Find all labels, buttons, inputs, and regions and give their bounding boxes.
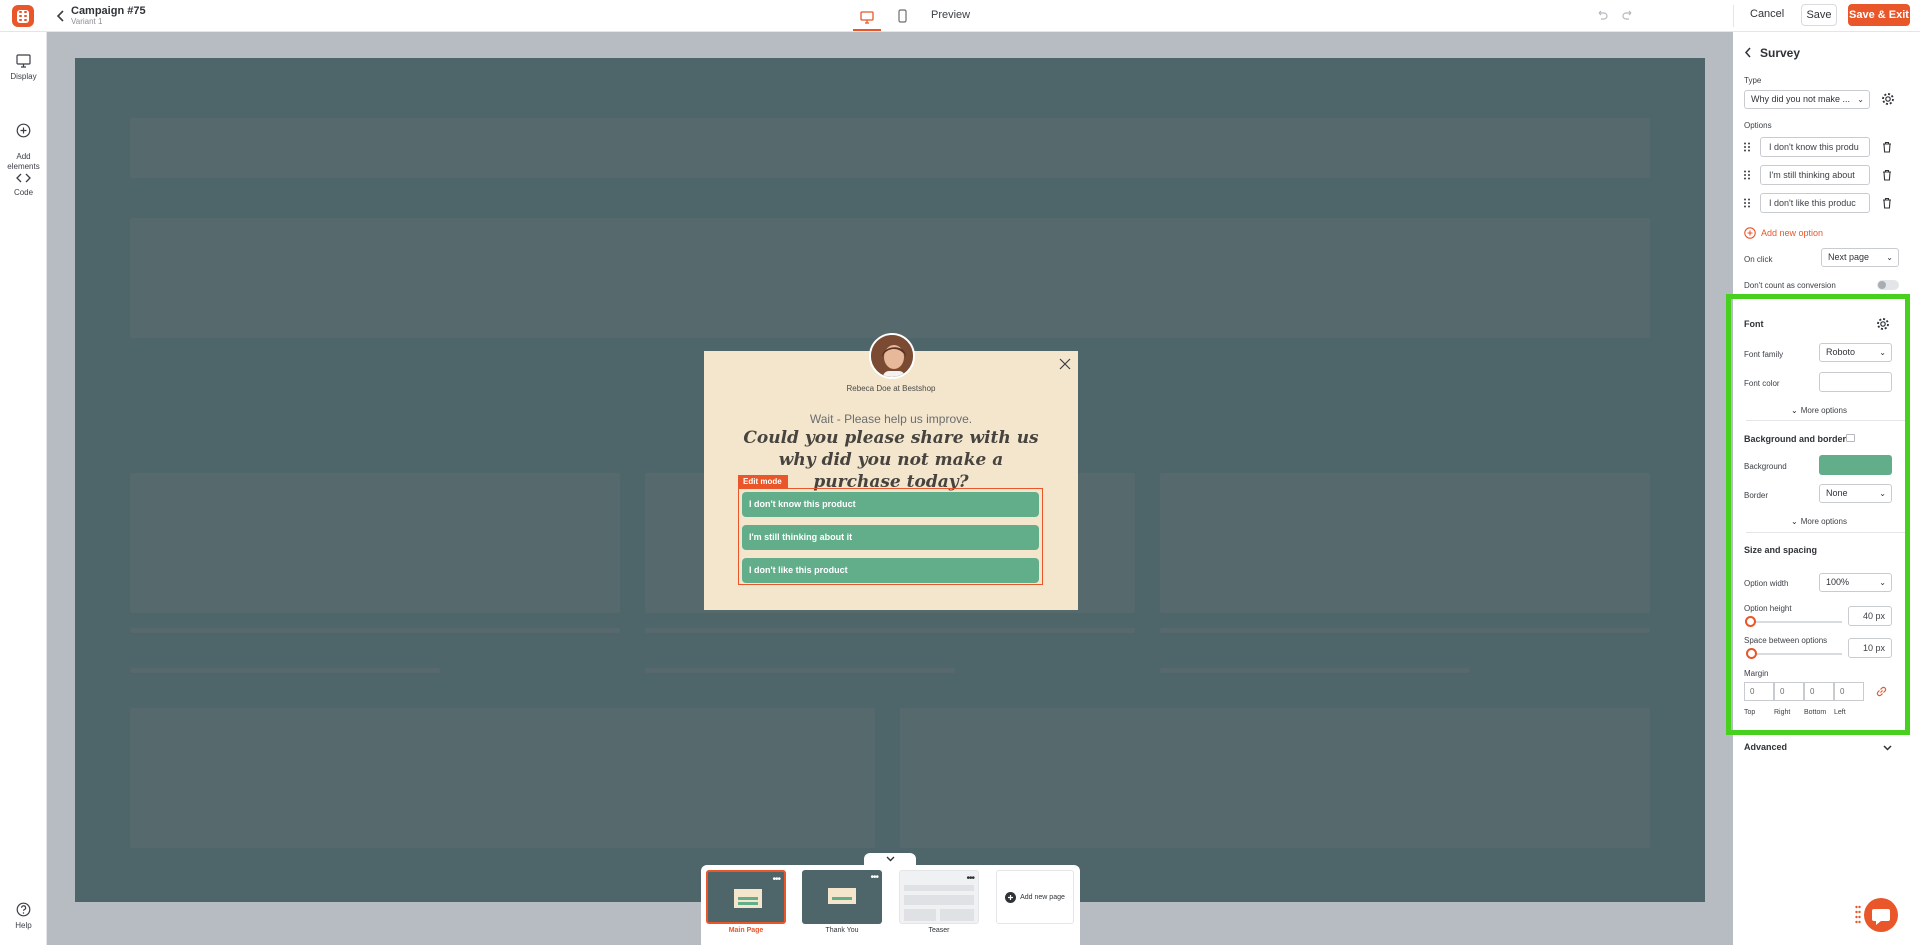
- no-conversion-toggle[interactable]: [1877, 280, 1899, 290]
- chevron-down-icon[interactable]: [1883, 742, 1892, 754]
- type-select[interactable]: Why did you not make ... ⌄: [1744, 90, 1870, 109]
- survey-options-selection[interactable]: I don't know this product I'm still thin…: [738, 488, 1043, 585]
- drag-handle-icon[interactable]: [1743, 142, 1751, 152]
- ghost-line: [645, 668, 955, 673]
- mobile-icon: [897, 9, 907, 23]
- rail-item-display[interactable]: Display: [0, 54, 47, 82]
- rail-item-label: Add elements: [7, 152, 40, 171]
- drag-handle-icon[interactable]: [1743, 170, 1751, 180]
- save-button[interactable]: Save: [1801, 4, 1837, 26]
- plus-circle-icon: [1744, 227, 1756, 239]
- plus-circle-icon: [16, 123, 31, 138]
- desktop-view-button[interactable]: [853, 5, 881, 31]
- app-logo[interactable]: [12, 5, 34, 27]
- on-click-label: On click: [1744, 255, 1773, 264]
- ghost-line: [1160, 668, 1470, 673]
- monitor-icon: [16, 54, 31, 68]
- ghost-block: [130, 118, 1650, 178]
- avatar: [869, 333, 915, 379]
- rail-item-add-elements[interactable]: Add elements: [0, 113, 47, 172]
- ghost-line: [130, 628, 620, 633]
- option-input[interactable]: I don't know this produ: [1760, 137, 1870, 157]
- help-icon: [16, 902, 31, 917]
- page-strip: ••• Main Page ••• Thank You ••• Teaser A…: [701, 865, 1080, 945]
- add-option-button[interactable]: Add new option: [1744, 227, 1823, 239]
- advanced-section-title[interactable]: Advanced: [1744, 742, 1787, 752]
- trash-icon[interactable]: [1882, 197, 1892, 209]
- add-page-label: Add new page: [1020, 893, 1065, 901]
- trash-icon[interactable]: [1882, 169, 1892, 181]
- rail-item-help[interactable]: Help: [0, 902, 47, 931]
- page-label: Teaser: [928, 927, 950, 934]
- rail-item-label: Help: [15, 921, 32, 930]
- plus-circle-icon: [1005, 891, 1017, 903]
- ghost-line: [130, 668, 440, 673]
- page-label: Thank You: [825, 927, 859, 934]
- chevron-down-icon: ⌄: [1886, 253, 1893, 262]
- add-page-button[interactable]: Add new page: [996, 870, 1074, 924]
- edit-mode-badge: Edit mode: [738, 475, 788, 488]
- more-icon[interactable]: •••: [870, 872, 878, 883]
- option-input[interactable]: I don't like this produc: [1760, 193, 1870, 213]
- no-conversion-label: Don't count as conversion: [1744, 281, 1836, 290]
- variant-label: Variant 1: [71, 17, 103, 26]
- close-icon[interactable]: [1058, 357, 1072, 371]
- survey-option[interactable]: I don't like this product: [742, 558, 1039, 583]
- panel-back-icon[interactable]: [1744, 47, 1752, 61]
- desktop-icon: [860, 10, 874, 24]
- survey-popup[interactable]: Rebeca Doe at Bestshop Wait - Please hel…: [704, 333, 1078, 610]
- options-label: Options: [1744, 121, 1772, 130]
- ghost-block: [130, 473, 620, 613]
- trash-icon[interactable]: [1882, 141, 1892, 153]
- survey-option[interactable]: I don't know this product: [742, 492, 1039, 517]
- more-icon[interactable]: •••: [966, 873, 974, 884]
- top-bar: Campaign #75 Variant 1 Preview Cancel Sa…: [0, 0, 1920, 32]
- page-thumb-teaser[interactable]: •••: [899, 870, 979, 924]
- highlight-frame: [1726, 294, 1910, 735]
- page-thumb-main[interactable]: •••: [706, 870, 786, 924]
- panel-title: Survey: [1760, 46, 1801, 60]
- save-exit-button[interactable]: Save & Exit: [1848, 4, 1910, 26]
- cancel-button[interactable]: Cancel: [1750, 8, 1784, 20]
- drag-handle-icon[interactable]: [1743, 198, 1751, 208]
- ghost-line: [1160, 628, 1650, 633]
- preview-button[interactable]: Preview: [931, 9, 970, 21]
- ghost-block: [130, 708, 875, 848]
- page-label: Main Page: [728, 927, 764, 934]
- chat-launcher-button[interactable]: [1864, 898, 1898, 932]
- add-option-label: Add new option: [1761, 228, 1824, 238]
- on-click-select[interactable]: Next page ⌄: [1821, 248, 1899, 267]
- rail-item-code[interactable]: Code: [0, 172, 47, 198]
- ghost-block: [1160, 473, 1650, 613]
- more-icon[interactable]: •••: [772, 874, 780, 885]
- type-value: Why did you not make ...: [1751, 94, 1851, 104]
- ghost-block: [130, 218, 1650, 338]
- code-icon: [16, 173, 31, 183]
- rail-item-label: Code: [13, 188, 34, 197]
- on-click-value: Next page: [1828, 252, 1870, 262]
- mobile-view-button[interactable]: [892, 5, 912, 27]
- chat-icon: [1872, 909, 1890, 925]
- back-arrow-icon[interactable]: [54, 8, 68, 24]
- left-rail: Display Add elements Code Help: [0, 32, 47, 945]
- popup-subtitle: Wait - Please help us improve.: [809, 412, 973, 426]
- collapse-pages-button[interactable]: [864, 853, 916, 865]
- page-thumb-thank-you[interactable]: •••: [802, 870, 882, 924]
- divider: [1733, 5, 1734, 27]
- chevron-down-icon: ⌄: [1857, 95, 1864, 104]
- grip-icon: [1855, 905, 1861, 928]
- sender-name: Rebeca Doe at Bestshop: [846, 384, 936, 393]
- ghost-block: [900, 708, 1650, 848]
- survey-option[interactable]: I'm still thinking about it: [742, 525, 1039, 550]
- campaign-title: Campaign #75: [71, 5, 146, 17]
- redo-icon[interactable]: [1622, 9, 1634, 24]
- chevron-down-icon: [886, 856, 894, 862]
- type-label: Type: [1744, 76, 1762, 85]
- ghost-line: [645, 628, 1135, 633]
- option-input[interactable]: I'm still thinking about: [1760, 165, 1870, 185]
- rail-item-label: Display: [10, 72, 37, 81]
- gear-icon[interactable]: [1881, 92, 1895, 109]
- undo-icon[interactable]: [1596, 9, 1608, 24]
